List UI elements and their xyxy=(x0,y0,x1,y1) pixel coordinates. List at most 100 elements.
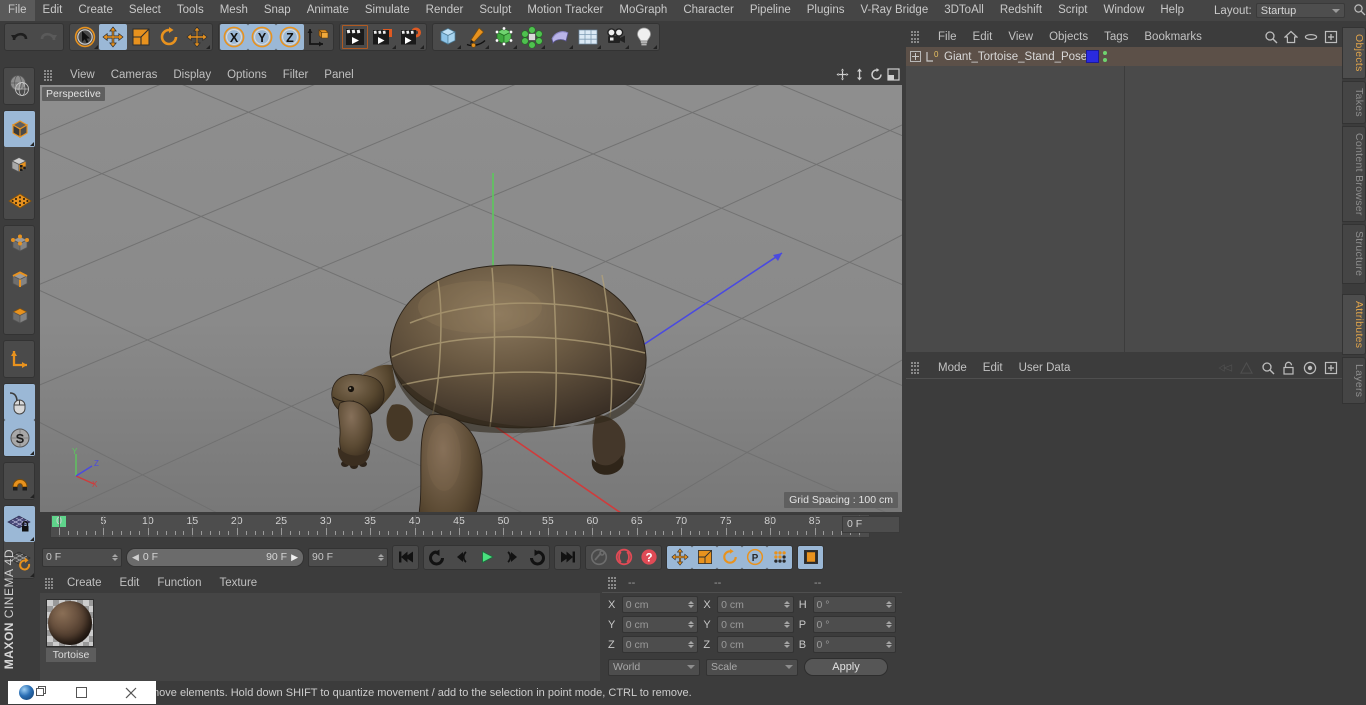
spinner-icon[interactable] xyxy=(886,621,893,628)
undo-button[interactable] xyxy=(6,24,34,50)
vertical-tab-content-browser[interactable]: Content Browser xyxy=(1342,125,1366,223)
menu-tools[interactable]: Tools xyxy=(169,0,212,21)
minimize-icon[interactable] xyxy=(57,681,106,704)
home-icon[interactable] xyxy=(1284,30,1298,44)
menu-v-ray-bridge[interactable]: V-Ray Bridge xyxy=(852,0,936,21)
coordinate-system-dropdown[interactable]: World xyxy=(608,658,700,676)
transform-mode-dropdown[interactable]: Scale xyxy=(706,658,798,676)
material-menu-texture[interactable]: Texture xyxy=(210,574,266,593)
visibility-dots-icon[interactable] xyxy=(1103,51,1107,62)
material-menu-edit[interactable]: Edit xyxy=(111,574,149,593)
spinner-icon[interactable] xyxy=(688,621,695,628)
scale-tool[interactable] xyxy=(127,24,155,50)
menu-mesh[interactable]: Mesh xyxy=(212,0,256,21)
menu-plugins[interactable]: Plugins xyxy=(799,0,853,21)
viewport-menu-display[interactable]: Display xyxy=(165,66,219,85)
menu-pipeline[interactable]: Pipeline xyxy=(742,0,799,21)
range-left-arrow-icon[interactable]: ◀ xyxy=(132,552,139,563)
range-right-arrow-icon[interactable]: ▶ xyxy=(291,552,298,563)
viewport-menu-view[interactable]: View xyxy=(62,66,103,85)
spinner-icon[interactable] xyxy=(378,553,384,561)
layout-select[interactable]: Startup xyxy=(1255,3,1345,18)
menu-create[interactable]: Create xyxy=(70,0,121,21)
lock-z-axis[interactable]: Z xyxy=(276,24,304,50)
spinner-icon[interactable] xyxy=(688,601,695,608)
object-menu-objects[interactable]: Objects xyxy=(1041,27,1096,47)
redo-button[interactable] xyxy=(34,24,62,50)
viewport-menu-cameras[interactable]: Cameras xyxy=(103,66,166,85)
apply-button[interactable]: Apply xyxy=(804,658,888,676)
play-button[interactable] xyxy=(474,546,499,569)
menu-window[interactable]: Window xyxy=(1095,0,1152,21)
back-nav-icon[interactable] xyxy=(1218,361,1233,376)
workplane-grid-icon[interactable] xyxy=(4,183,35,219)
plus-box-icon[interactable] xyxy=(1324,30,1338,44)
snap-mouse-icon[interactable] xyxy=(4,384,35,420)
add-array-object[interactable] xyxy=(518,24,546,50)
search-icon[interactable] xyxy=(1264,30,1278,44)
add-generator-object[interactable] xyxy=(490,24,518,50)
points-mode-button[interactable] xyxy=(4,226,35,262)
vertical-tab-objects[interactable]: Objects xyxy=(1342,27,1366,79)
restore-icon[interactable] xyxy=(35,685,47,700)
orbit-icon[interactable] xyxy=(870,68,883,81)
rotation-b-field[interactable]: 0 ° xyxy=(812,636,897,653)
size-y-field[interactable]: 0 cm xyxy=(717,616,794,633)
spinner-icon[interactable] xyxy=(783,601,790,608)
object-manager-row[interactable]: 0 Giant_Tortoise_Stand_Pose xyxy=(906,47,1342,66)
go-to-start-button[interactable] xyxy=(393,546,418,569)
menu-file[interactable]: File xyxy=(0,0,35,21)
render-to-picture-viewer-button[interactable] xyxy=(369,24,397,50)
timeline-toggle-button[interactable] xyxy=(798,545,823,569)
add-deformer-object[interactable] xyxy=(546,24,574,50)
go-to-end-button[interactable] xyxy=(555,546,580,569)
panel-grip-icon[interactable] xyxy=(44,69,58,82)
maximize-viewport-icon[interactable] xyxy=(887,68,900,81)
object-menu-tags[interactable]: Tags xyxy=(1096,27,1136,47)
edges-mode-button[interactable] xyxy=(4,262,35,298)
vertical-tab-structure[interactable]: Structure xyxy=(1342,224,1366,284)
keyframe-selection-button[interactable]: ? xyxy=(636,546,661,569)
timeline-frame-field[interactable]: 0 F xyxy=(842,516,900,533)
spinner-icon[interactable] xyxy=(886,601,893,608)
menu-simulate[interactable]: Simulate xyxy=(357,0,418,21)
autokeying-button[interactable] xyxy=(611,546,636,569)
spinner-icon[interactable] xyxy=(783,621,790,628)
panel-grip-icon[interactable] xyxy=(45,578,53,589)
world-axis-cube-icon[interactable] xyxy=(304,24,332,50)
position-x-field[interactable]: 0 cm xyxy=(621,596,699,613)
texture-mode-button[interactable] xyxy=(4,147,35,183)
attribute-menu-mode[interactable]: Mode xyxy=(930,358,975,378)
spinner-icon[interactable] xyxy=(886,641,893,648)
spinner-icon[interactable] xyxy=(112,553,118,561)
menu-script[interactable]: Script xyxy=(1050,0,1095,21)
lock-x-axis[interactable]: X xyxy=(220,24,248,50)
material-preview-swatch[interactable] xyxy=(46,599,94,647)
menu-help[interactable]: Help xyxy=(1152,0,1192,21)
panel-grip-icon[interactable] xyxy=(608,577,622,589)
search-icon[interactable] xyxy=(1353,3,1366,19)
attribute-menu-edit[interactable]: Edit xyxy=(975,358,1011,378)
object-menu-file[interactable]: File xyxy=(930,27,965,47)
menu-select[interactable]: Select xyxy=(121,0,169,21)
menu-edit[interactable]: Edit xyxy=(35,0,71,21)
axis-l-icon[interactable] xyxy=(4,341,35,377)
viewport-menu-filter[interactable]: Filter xyxy=(275,66,317,85)
menu-motion-tracker[interactable]: Motion Tracker xyxy=(519,0,611,21)
add-scene-object[interactable] xyxy=(574,24,602,50)
grid-lock-icon[interactable] xyxy=(4,506,35,542)
menu-animate[interactable]: Animate xyxy=(299,0,357,21)
target-icon[interactable] xyxy=(1302,361,1317,376)
magnet-icon[interactable] xyxy=(4,463,35,499)
add-camera-object[interactable] xyxy=(602,24,630,50)
polygons-mode-button[interactable] xyxy=(4,298,35,334)
record-parameter-button[interactable]: P xyxy=(742,545,767,569)
loop-forward-button[interactable] xyxy=(524,546,549,569)
object-menu-view[interactable]: View xyxy=(1000,27,1041,47)
forward-nav-icon[interactable] xyxy=(1239,361,1254,376)
add-spline-object[interactable] xyxy=(462,24,490,50)
record-active-objects-button[interactable] xyxy=(586,546,611,569)
current-frame-field[interactable]: 0 F xyxy=(42,547,122,567)
pan-icon[interactable] xyxy=(836,68,849,81)
close-icon[interactable] xyxy=(107,681,156,704)
